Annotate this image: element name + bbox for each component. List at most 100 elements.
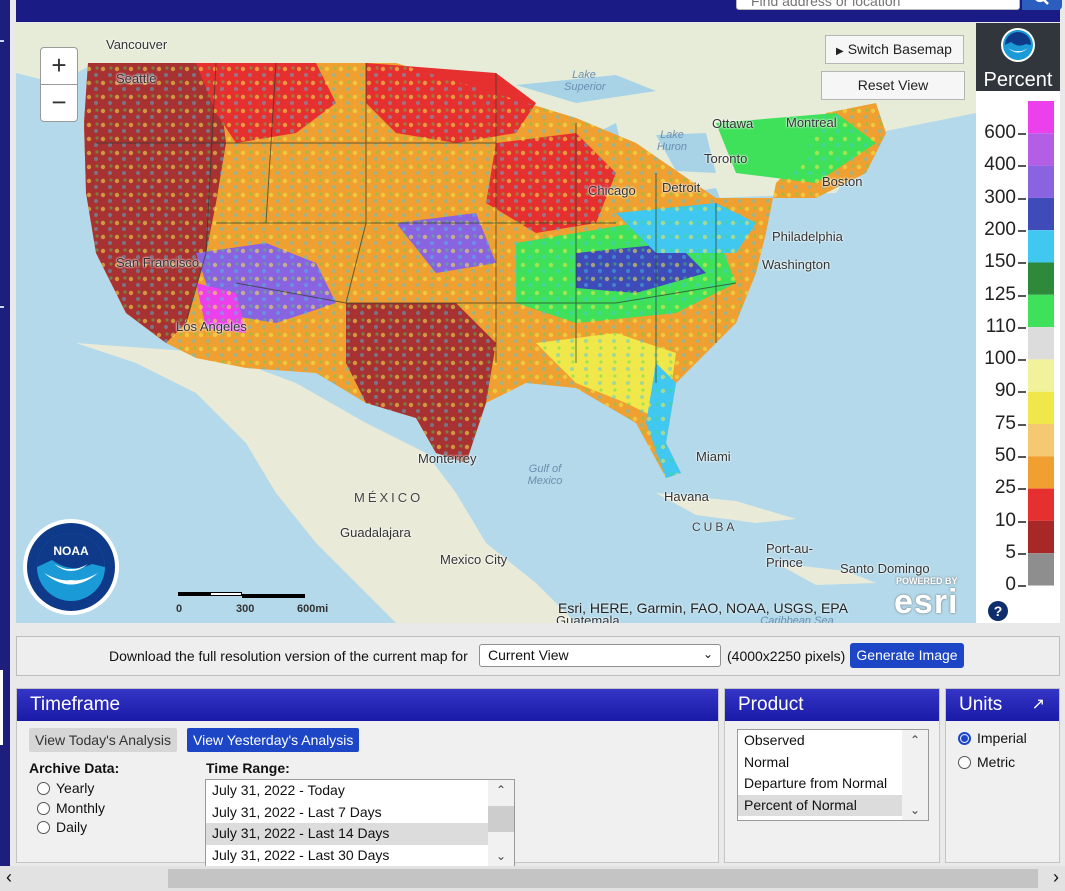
units-title: Units ↗ bbox=[946, 689, 1059, 721]
search-button[interactable] bbox=[1022, 0, 1062, 10]
city-label: Philadelphia bbox=[772, 229, 843, 244]
time-range-label: Time Range: bbox=[206, 760, 290, 776]
legend-swatch bbox=[1028, 520, 1054, 554]
product-title: Product bbox=[725, 689, 939, 721]
time-range-option[interactable]: July 31, 2022 - Last 7 Days bbox=[206, 802, 514, 824]
scroll-thumb[interactable] bbox=[488, 806, 514, 832]
scroll-thumb[interactable] bbox=[168, 869, 1038, 888]
svg-text:NOAA: NOAA bbox=[53, 544, 89, 558]
pixel-size-label: (4000x2250 pixels) bbox=[727, 648, 846, 664]
view-yesterday-button[interactable]: View Yesterday's Analysis bbox=[187, 728, 360, 752]
legend-swatch bbox=[1028, 456, 1054, 489]
legend-swatch bbox=[1028, 101, 1054, 134]
product-option[interactable]: Observed bbox=[738, 730, 928, 752]
legend-tick bbox=[1018, 391, 1026, 394]
legend-swatch bbox=[1028, 488, 1054, 521]
legend-tick bbox=[1018, 294, 1026, 297]
city-label: Toronto bbox=[704, 151, 748, 166]
legend-swatch bbox=[1028, 165, 1054, 198]
time-range-option-selected[interactable]: July 31, 2022 - Last 14 Days bbox=[206, 823, 514, 845]
city-label: San Francisco bbox=[116, 255, 200, 270]
reset-view-button[interactable]: Reset View bbox=[821, 71, 965, 100]
units-metric-radio[interactable]: Metric bbox=[958, 754, 1015, 770]
zoom-in-button[interactable]: + bbox=[40, 47, 78, 85]
left-edge-bar bbox=[0, 0, 10, 866]
legend-label: 25 bbox=[994, 477, 1016, 499]
units-panel: Units ↗ Imperial Metric bbox=[945, 688, 1060, 863]
product-list[interactable]: Observed Normal Departure from Normal Pe… bbox=[737, 729, 929, 821]
legend-label: 90 bbox=[994, 380, 1016, 402]
edge-tab[interactable] bbox=[0, 670, 3, 745]
chevron-left-icon[interactable]: ‹ bbox=[6, 867, 12, 888]
chevron-right-icon[interactable]: › bbox=[1053, 867, 1059, 888]
view-today-button[interactable]: View Today's Analysis bbox=[29, 728, 178, 752]
time-range-option[interactable]: July 31, 2022 - Last 30 Days bbox=[206, 845, 514, 867]
legend-tick bbox=[1018, 520, 1026, 523]
view-select[interactable]: Current View ⌄ bbox=[479, 644, 721, 667]
view-select-value: Current View bbox=[488, 647, 569, 663]
water-label: Gulf of Mexico bbox=[527, 463, 563, 487]
product-option[interactable]: Normal bbox=[738, 752, 928, 774]
city-label: Guadalajara bbox=[340, 525, 411, 540]
water-label: Lake Huron bbox=[657, 129, 687, 153]
map-attribution: Esri, HERE, Garmin, FAO, NOAA, USGS, EPA bbox=[558, 600, 848, 616]
search-input[interactable] bbox=[736, 0, 1020, 10]
archive-daily-radio[interactable]: Daily bbox=[37, 819, 87, 835]
time-range-option[interactable]: July 31, 2022 - Today bbox=[206, 780, 514, 802]
caret-right-icon: ▶ bbox=[836, 46, 844, 57]
legend-swatch bbox=[1028, 294, 1054, 328]
legend-tick bbox=[1018, 133, 1026, 135]
legend-tick bbox=[1018, 197, 1026, 200]
city-label: Boston bbox=[822, 174, 863, 189]
legend-label: 400 bbox=[984, 154, 1016, 176]
time-range-list[interactable]: July 31, 2022 - Today July 31, 2022 - La… bbox=[205, 779, 515, 867]
legend-swatch bbox=[1028, 424, 1054, 457]
legend-label: 600 bbox=[984, 122, 1016, 143]
legend-label: 125 bbox=[984, 283, 1016, 305]
city-label: Detroit bbox=[662, 180, 701, 195]
horizontal-scrollbar[interactable]: ‹ › bbox=[0, 866, 1065, 891]
city-label: Santo Domingo bbox=[840, 561, 930, 576]
product-option-selected[interactable]: Percent of Normal bbox=[738, 794, 928, 816]
expand-icon[interactable]: ↗ bbox=[1032, 689, 1045, 721]
esri-logo: esri bbox=[894, 583, 959, 621]
city-label: Washington bbox=[762, 257, 831, 272]
noaa-logo: NOAA bbox=[22, 518, 120, 616]
legend-tick bbox=[1018, 585, 1026, 588]
help-icon[interactable]: ? bbox=[988, 601, 1008, 621]
legend-tick bbox=[1018, 262, 1026, 265]
archive-monthly-radio[interactable]: Monthly bbox=[37, 800, 105, 816]
switch-basemap-label: Switch Basemap bbox=[847, 41, 952, 57]
precipitation-map[interactable]: + − ▶ Switch Basemap Reset View Vancouver… bbox=[16, 23, 976, 623]
city-label: Ottawa bbox=[712, 116, 754, 131]
legend-label: 300 bbox=[984, 186, 1016, 208]
switch-basemap-button[interactable]: ▶ Switch Basemap bbox=[825, 35, 964, 64]
download-label: Download the full resolution version of … bbox=[109, 648, 468, 664]
zoom-out-button[interactable]: − bbox=[40, 84, 78, 122]
scale-label: 300 bbox=[236, 603, 255, 615]
chevron-up-icon[interactable]: ⌃ bbox=[488, 783, 514, 797]
legend-label: 100 bbox=[984, 348, 1016, 370]
city-label: Havana bbox=[664, 489, 709, 504]
generate-image-button[interactable]: Generate Image bbox=[850, 643, 964, 668]
product-option[interactable]: Departure from Normal bbox=[738, 773, 928, 795]
chevron-down-icon[interactable]: ⌄ bbox=[902, 803, 928, 817]
legend-swatch bbox=[1028, 133, 1054, 166]
legend-label: 200 bbox=[984, 218, 1016, 240]
legend-tick bbox=[1018, 423, 1026, 426]
legend-label: 50 bbox=[994, 445, 1016, 466]
legend-swatch bbox=[1028, 197, 1054, 231]
product-panel: Product Observed Normal Departure from N… bbox=[724, 688, 940, 863]
legend-swatch bbox=[1028, 262, 1054, 295]
edge-tick bbox=[0, 306, 4, 308]
legend-swatch bbox=[1028, 391, 1054, 424]
units-imperial-radio[interactable]: Imperial bbox=[958, 730, 1027, 746]
legend-label: 75 bbox=[994, 412, 1016, 434]
legend-label: 150 bbox=[984, 251, 1016, 273]
chevron-up-icon[interactable]: ⌃ bbox=[902, 733, 928, 747]
time-range-scrollbar[interactable]: ⌃ ⌄ bbox=[488, 780, 514, 866]
chevron-down-icon[interactable]: ⌄ bbox=[488, 849, 514, 863]
product-scrollbar[interactable]: ⌃ ⌄ bbox=[902, 730, 928, 820]
archive-yearly-radio[interactable]: Yearly bbox=[37, 780, 94, 796]
timeframe-title: Timeframe bbox=[17, 689, 718, 721]
